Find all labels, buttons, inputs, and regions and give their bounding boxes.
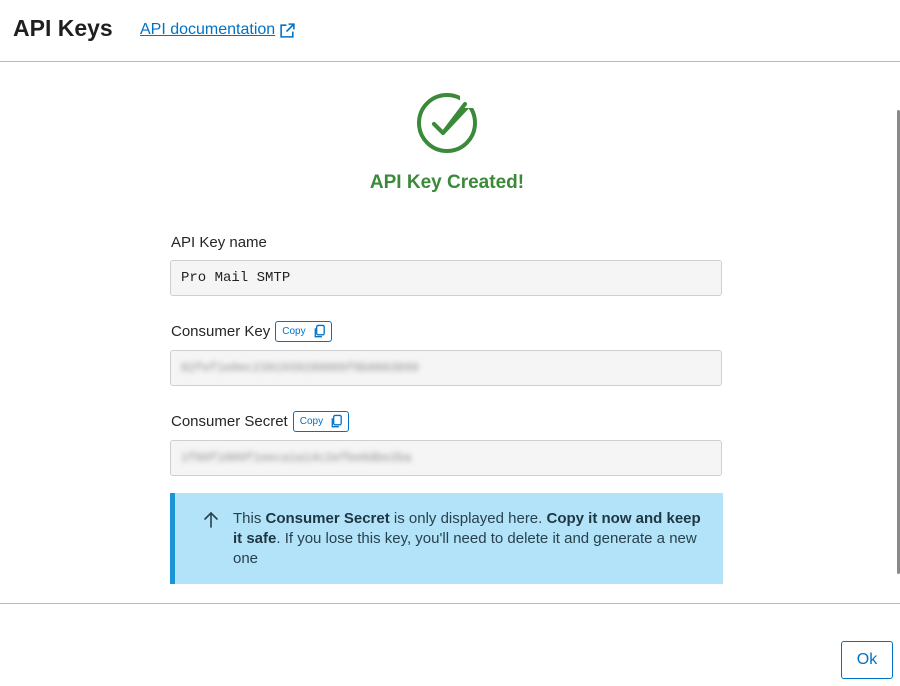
- notice-part5: . If you lose this key, you'll need to d…: [233, 530, 697, 567]
- api-key-name-label: API Key name: [171, 234, 267, 251]
- copy-consumer-key-label: Copy: [282, 326, 306, 337]
- api-key-name-field[interactable]: Pro Mail SMTP: [170, 260, 722, 296]
- page-title: API Keys: [13, 15, 113, 41]
- copy-consumer-secret-label: Copy: [299, 416, 324, 427]
- consumer-key-label: Consumer Key Copy: [171, 321, 332, 342]
- secret-notice: This Consumer Secret is only displayed h…: [170, 493, 723, 584]
- consumer-secret-label-text: Consumer Secret: [171, 413, 288, 430]
- consumer-key-field[interactable]: 82fef1e0ec2391939280009f8b0863899: [170, 350, 722, 386]
- arrow-up-icon: [204, 511, 218, 528]
- copy-consumer-secret-button[interactable]: Copy: [292, 411, 350, 432]
- ok-button[interactable]: Ok: [841, 641, 893, 679]
- ok-button-label: Ok: [856, 651, 878, 668]
- api-documentation-link-label: API documentation: [140, 21, 276, 38]
- consumer-secret-label: Consumer Secret Copy: [171, 411, 350, 432]
- notice-part1: This: [233, 510, 266, 527]
- check-circle-icon: [417, 92, 478, 153]
- api-key-name-label-text: API Key name: [171, 234, 267, 251]
- api-documentation-link[interactable]: API documentation: [140, 21, 296, 39]
- external-link-icon: [280, 22, 295, 38]
- api-key-name-value: Pro Mail SMTP: [181, 270, 291, 286]
- notice-part3: is only displayed here.: [389, 510, 547, 527]
- footer-divider: [0, 603, 900, 604]
- copy-icon: [331, 414, 342, 428]
- consumer-secret-field[interactable]: 1f60f1009f1eeca1a14c2efbe0dbe2ba: [170, 440, 722, 476]
- copy-consumer-key-button[interactable]: Copy: [275, 321, 332, 342]
- consumer-key-label-text: Consumer Key: [171, 323, 271, 340]
- notice-part2: Consumer Secret: [265, 510, 390, 527]
- copy-icon: [314, 324, 325, 338]
- dialog-header: API Keys API documentation: [0, 0, 900, 62]
- success-message: API Key Created!: [369, 172, 525, 193]
- consumer-key-value: 82fef1e0ec2391939280009f8b0863899: [181, 361, 419, 375]
- consumer-secret-value: 1f60f1009f1eeca1a14c2efbe0dbe2ba: [181, 451, 412, 465]
- secret-notice-text: This Consumer Secret is only displayed h…: [233, 509, 703, 569]
